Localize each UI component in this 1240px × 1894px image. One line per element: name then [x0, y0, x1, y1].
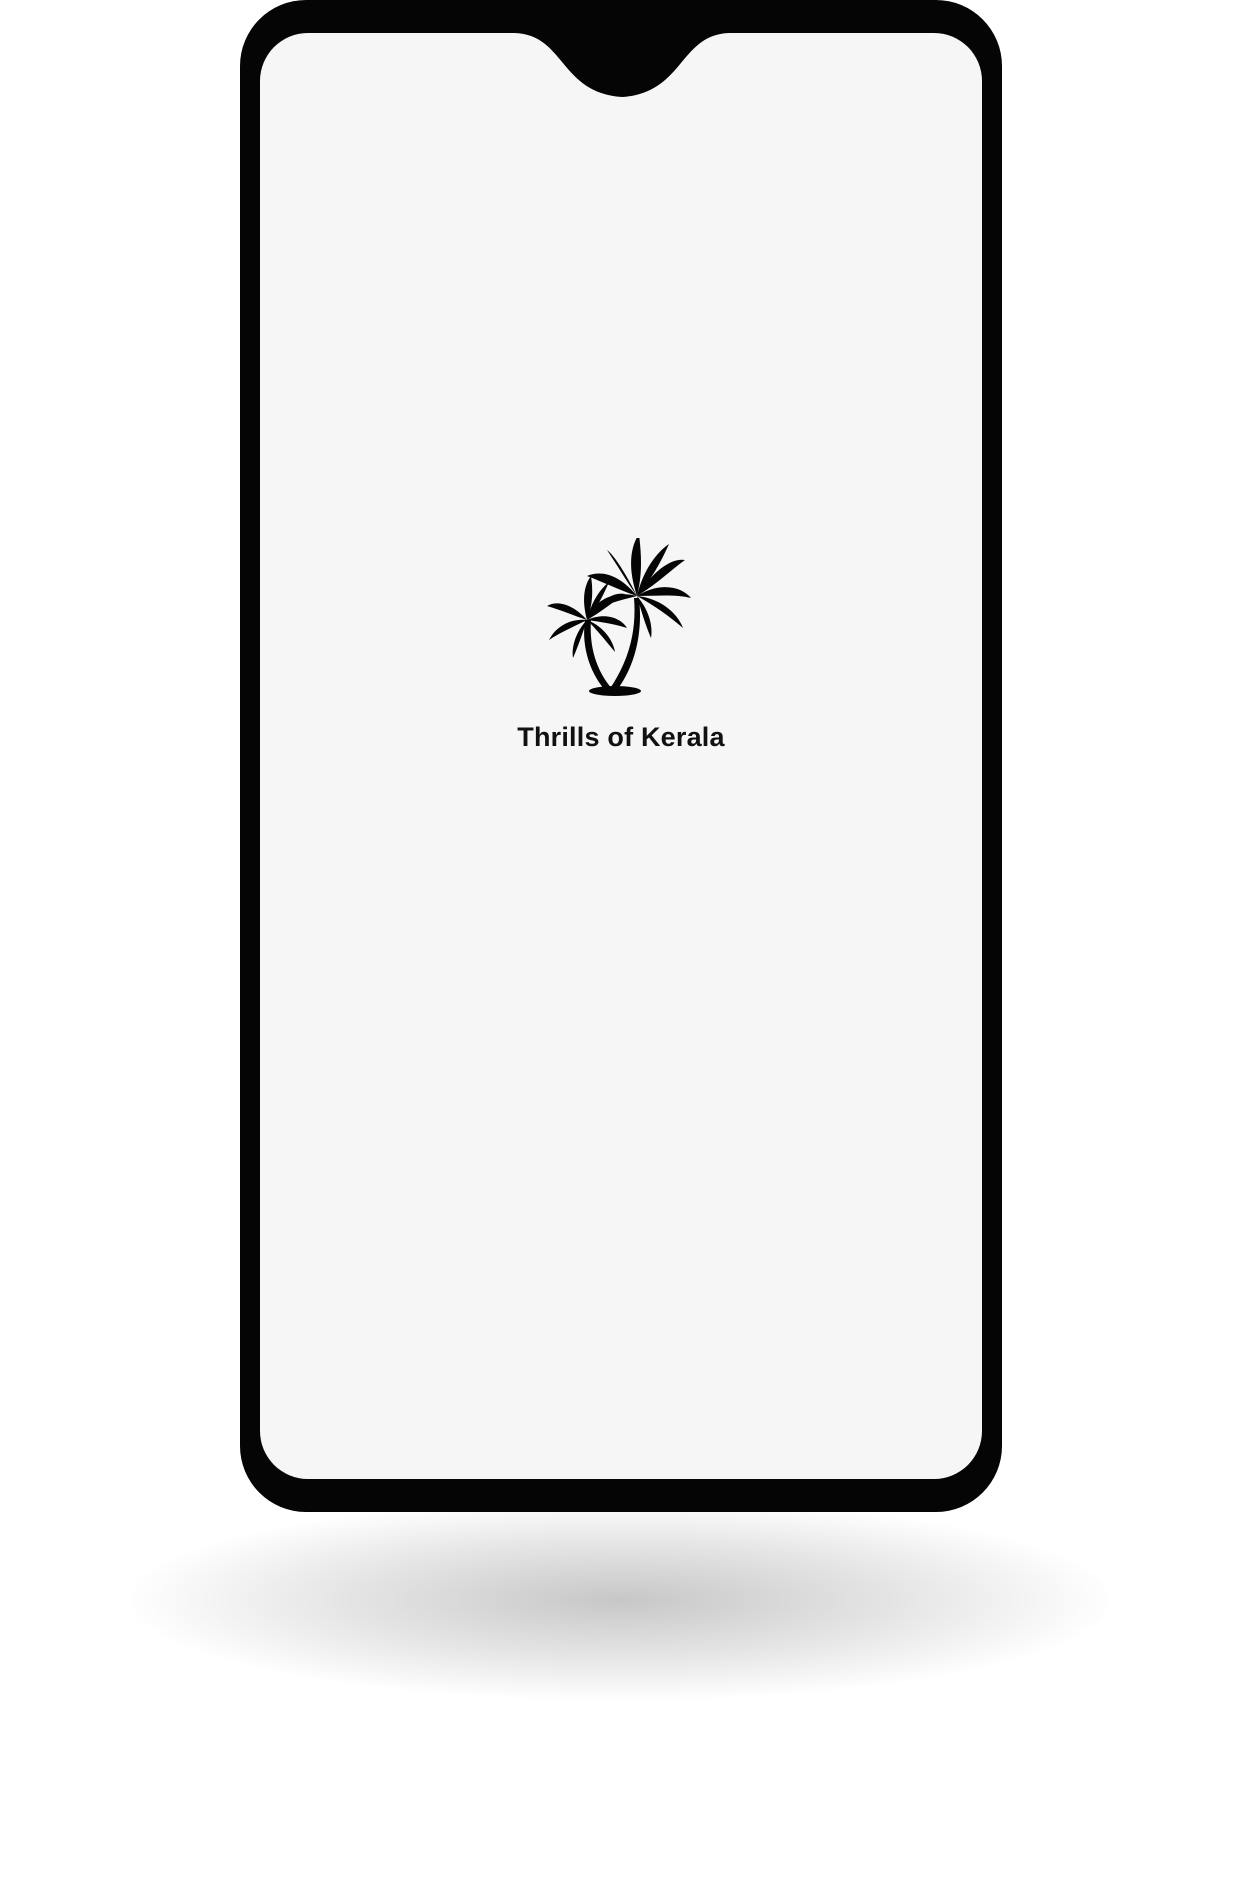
app-title: Thrills of Kerala: [517, 722, 725, 752]
mockup-stage: Thrills of Kerala: [0, 0, 1240, 1894]
palm-trees-icon: [547, 538, 691, 696]
splash-screen: Thrills of Kerala: [260, 538, 982, 753]
notch: [515, 33, 729, 97]
phone-shadow: [130, 1500, 1110, 1700]
phone-frame: Thrills of Kerala: [240, 0, 1002, 1512]
phone-screen: Thrills of Kerala: [260, 33, 982, 1479]
